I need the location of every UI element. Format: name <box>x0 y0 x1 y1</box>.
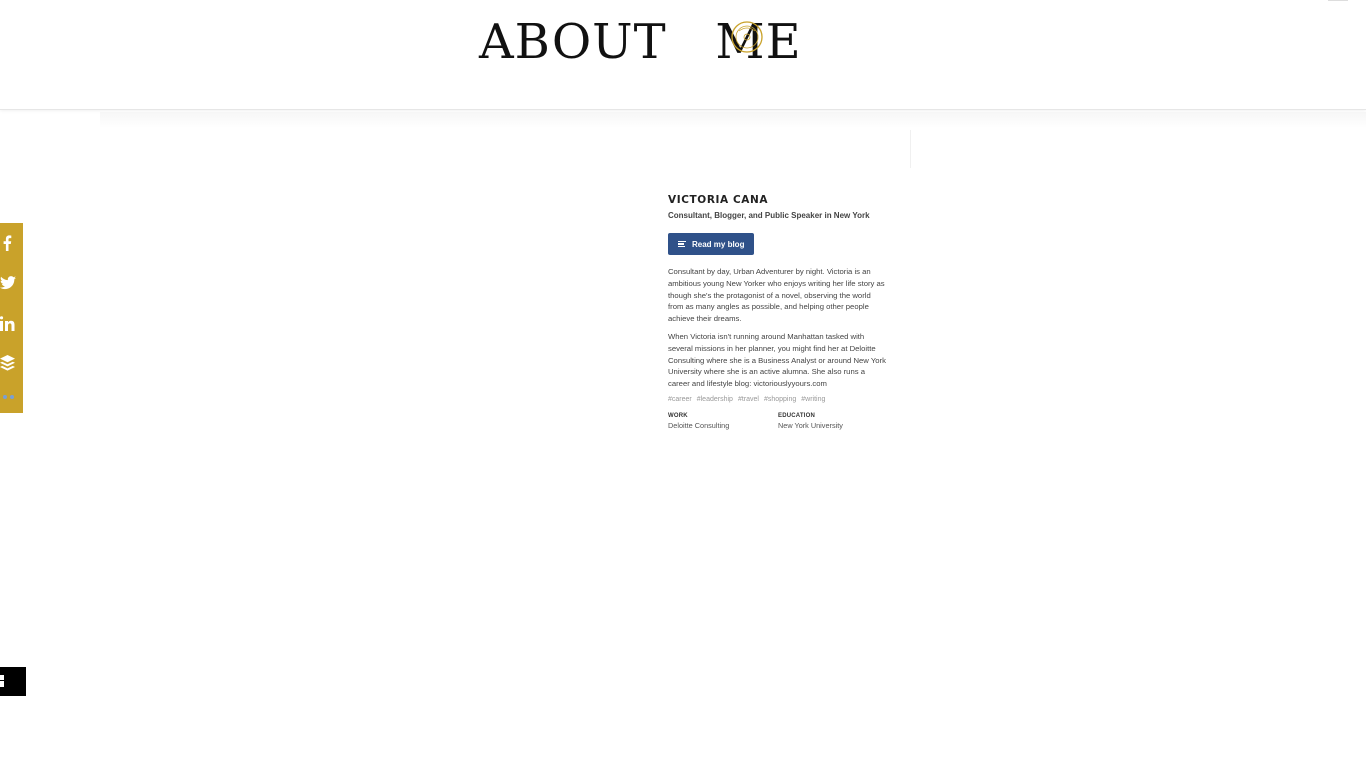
windows-icon[interactable] <box>0 667 26 696</box>
header-corner-divider <box>1328 0 1348 1</box>
buffer-share-button[interactable] <box>0 343 23 383</box>
tag-leadership[interactable]: #leadership <box>697 396 733 403</box>
fact-education: EDUCATION New York University <box>778 413 888 430</box>
site-header: ABOUT ME <box>0 0 1366 110</box>
sidebar-divider <box>910 130 911 168</box>
bio-paragraph: Consultant by day, Urban Adventurer by n… <box>668 267 885 324</box>
twitter-share-button[interactable] <box>0 263 23 303</box>
tag-travel[interactable]: #travel <box>738 396 759 403</box>
profile-bio: Consultant by day, Urban Adventurer by n… <box>668 266 888 390</box>
fact-work: WORK Deloitte Consulting <box>668 413 778 430</box>
facebook-share-button[interactable] <box>0 223 23 263</box>
linkedin-share-button[interactable] <box>0 303 23 343</box>
menu-lines-icon <box>678 239 686 248</box>
more-icon[interactable] <box>3 395 14 399</box>
read-blog-label: Read my blog <box>692 239 745 249</box>
linkedin-icon <box>0 315 15 331</box>
tag-shopping[interactable]: #shopping <box>764 396 796 403</box>
tag-writing[interactable]: #writing <box>801 396 825 403</box>
fact-label: WORK <box>668 412 688 419</box>
facebook-icon <box>2 235 12 251</box>
buffer-icon <box>0 355 15 371</box>
twitter-icon <box>0 276 16 290</box>
tag-career[interactable]: #career <box>668 396 692 403</box>
fact-value: Deloitte Consulting <box>668 420 730 430</box>
seal-logo-icon <box>727 17 767 57</box>
social-share-bar <box>0 223 23 413</box>
content-divider <box>100 112 1366 128</box>
profile-card: VICTORIA CANA Consultant, Blogger, and P… <box>668 193 888 430</box>
profile-facts: WORK Deloitte Consulting EDUCATION New Y… <box>668 413 888 430</box>
profile-tags: #career #leadership #travel #shopping #w… <box>668 396 888 403</box>
fact-value: New York University <box>778 420 843 430</box>
read-blog-button[interactable]: Read my blog <box>668 233 755 255</box>
fact-label: EDUCATION <box>778 412 816 419</box>
profile-tagline: Consultant, Blogger, and Public Speaker … <box>668 211 870 220</box>
bio-paragraph: When Victoria isn't running around Manha… <box>668 331 886 389</box>
profile-name: VICTORIA CANA <box>668 194 769 206</box>
